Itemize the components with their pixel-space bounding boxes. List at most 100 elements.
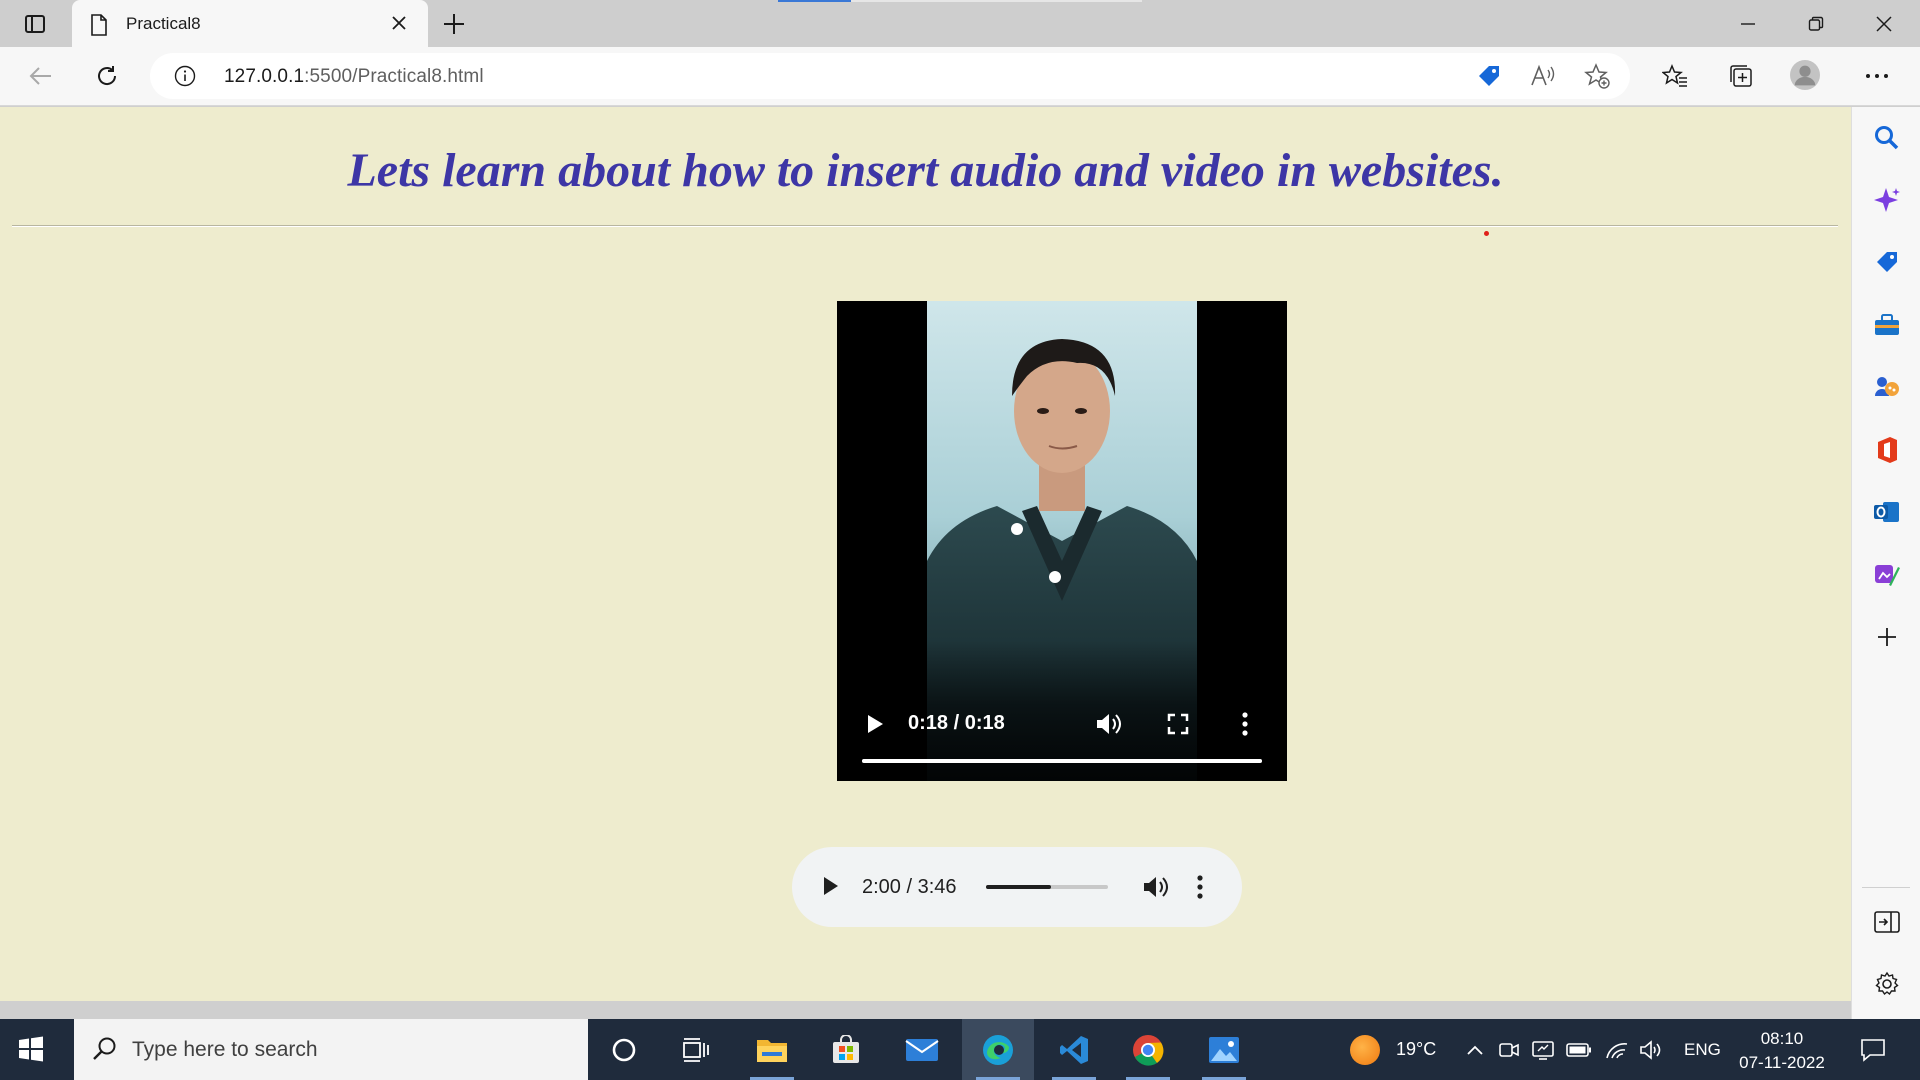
shopping-tag-icon [1877,252,1897,272]
store-icon [833,1034,859,1063]
favorites-button[interactable] [1660,61,1690,91]
sidebar-split-screen-button[interactable] [1872,907,1902,937]
address-bar[interactable]: 127.0.0.1:5500/Practical8.html [150,53,1630,99]
tab-practical8[interactable]: Practical8 [72,0,428,48]
weather-icon[interactable] [1350,1035,1380,1065]
audio-player[interactable]: 2:00 / 3:46 [792,847,1242,927]
close-tab-icon[interactable] [390,14,408,32]
video-controls: 0:18 / 0:18 [837,641,1287,781]
minimize-button[interactable] [1734,10,1762,38]
back-button[interactable] [26,61,56,91]
page-icon [91,14,107,36]
designer-icon [1875,565,1900,586]
notification-icon [1861,1039,1885,1062]
new-tab-icon[interactable] [442,12,466,36]
add-favorite-button[interactable] [1582,61,1612,91]
shopping-tag-icon [1479,66,1499,86]
outlook-icon [1874,502,1899,522]
audio-play-icon[interactable] [822,875,840,897]
favorites-icon [1662,64,1687,87]
search-icon [1875,126,1899,150]
shopping-button[interactable] [1474,61,1504,91]
audio-volume-icon[interactable] [1142,874,1170,900]
refresh-icon [98,66,117,85]
sidebar-designer-button[interactable] [1872,560,1902,590]
microsoft-store-button[interactable] [810,1019,882,1080]
folder-icon [757,1039,787,1062]
search-icon [93,1037,116,1060]
speaker-icon [1640,1040,1661,1060]
close-window-button[interactable] [1870,10,1898,38]
cortana-icon [612,1038,636,1061]
battery-icon [1566,1043,1591,1057]
collections-button[interactable] [1726,61,1756,91]
sidebar-shopping-button[interactable] [1872,247,1902,277]
red-dot [1484,231,1489,236]
taskbar-search-placeholder: Type here to search [132,1038,318,1061]
horizontal-rule [12,225,1838,227]
mail-button[interactable] [886,1019,958,1080]
task-view-button[interactable] [660,1019,732,1080]
volume-button[interactable] [1638,1037,1664,1063]
add-icon [1878,628,1896,646]
read-aloud-button[interactable] [1528,61,1558,91]
close-icon [1876,16,1892,32]
url-host: 127.0.0.1 [224,66,305,87]
video-play-icon[interactable] [865,713,885,735]
input-language[interactable]: ENG [1684,1040,1721,1060]
sidebar-copilot-button[interactable] [1872,185,1902,215]
profile-button[interactable] [1790,60,1820,90]
edge-sidebar [1851,107,1920,1019]
notifications-button[interactable] [1858,1035,1888,1065]
refresh-button[interactable] [92,61,122,91]
video-more-options-icon[interactable] [1241,711,1249,737]
display-button[interactable] [1530,1037,1556,1063]
show-hidden-icons-button[interactable] [1462,1037,1488,1063]
battery-button[interactable] [1566,1037,1592,1063]
page-viewport: Lets learn about how to insert audio and… [0,107,1851,1001]
sidebar-games-button[interactable] [1872,372,1902,402]
copilot-icon [1874,188,1900,212]
sidebar-settings-button[interactable] [1872,969,1902,999]
video-player[interactable]: 0:18 / 0:18 [837,301,1287,781]
windows-taskbar: Type here to search 19°C ENG 08:10 07-11… [0,1019,1920,1080]
url-path: :5500/Practical8.html [304,66,484,87]
taskbar-search-box[interactable]: Type here to search [74,1019,588,1080]
task-view-icon [683,1037,709,1062]
sidebar-outlook-button[interactable] [1872,497,1902,527]
url-text[interactable]: 127.0.0.1:5500/Practical8.html [224,66,484,88]
temperature[interactable]: 19°C [1396,1039,1436,1060]
sidebar-office-button[interactable] [1872,435,1902,465]
sidebar-add-button[interactable] [1872,622,1902,652]
meet-now-button[interactable] [1496,1037,1522,1063]
site-info-icon[interactable] [174,65,196,87]
sidebar-search-button[interactable] [1872,123,1902,153]
tab-actions-button[interactable] [14,9,56,39]
edge-button[interactable] [962,1019,1034,1080]
sidebar-divider [1862,887,1910,888]
video-progress-bar[interactable] [862,759,1262,763]
read-aloud-icon [1531,64,1555,86]
restore-button[interactable] [1802,10,1830,38]
chrome-button[interactable] [1112,1019,1184,1080]
mail-icon [905,1038,939,1061]
cortana-button[interactable] [588,1019,660,1080]
split-screen-icon [1874,911,1900,933]
vscode-button[interactable] [1038,1019,1110,1080]
tools-icon [1875,314,1899,335]
photos-button[interactable] [1188,1019,1260,1080]
gear-icon [1875,971,1899,996]
audio-more-options-icon[interactable] [1196,874,1204,900]
video-volume-icon[interactable] [1095,711,1123,737]
file-explorer-button[interactable] [736,1019,808,1080]
network-button[interactable] [1604,1037,1630,1063]
chrome-icon [1133,1034,1164,1066]
settings-more-button[interactable] [1862,61,1892,91]
sidebar-tools-button[interactable] [1872,310,1902,340]
windows-start-icon[interactable] [18,1036,44,1062]
system-clock[interactable]: 08:10 07-11-2022 [1734,1027,1830,1075]
fullscreen-icon[interactable] [1167,713,1189,735]
photos-icon [1209,1036,1239,1063]
avatar [1790,60,1820,90]
audio-progress-bar[interactable] [986,885,1108,889]
